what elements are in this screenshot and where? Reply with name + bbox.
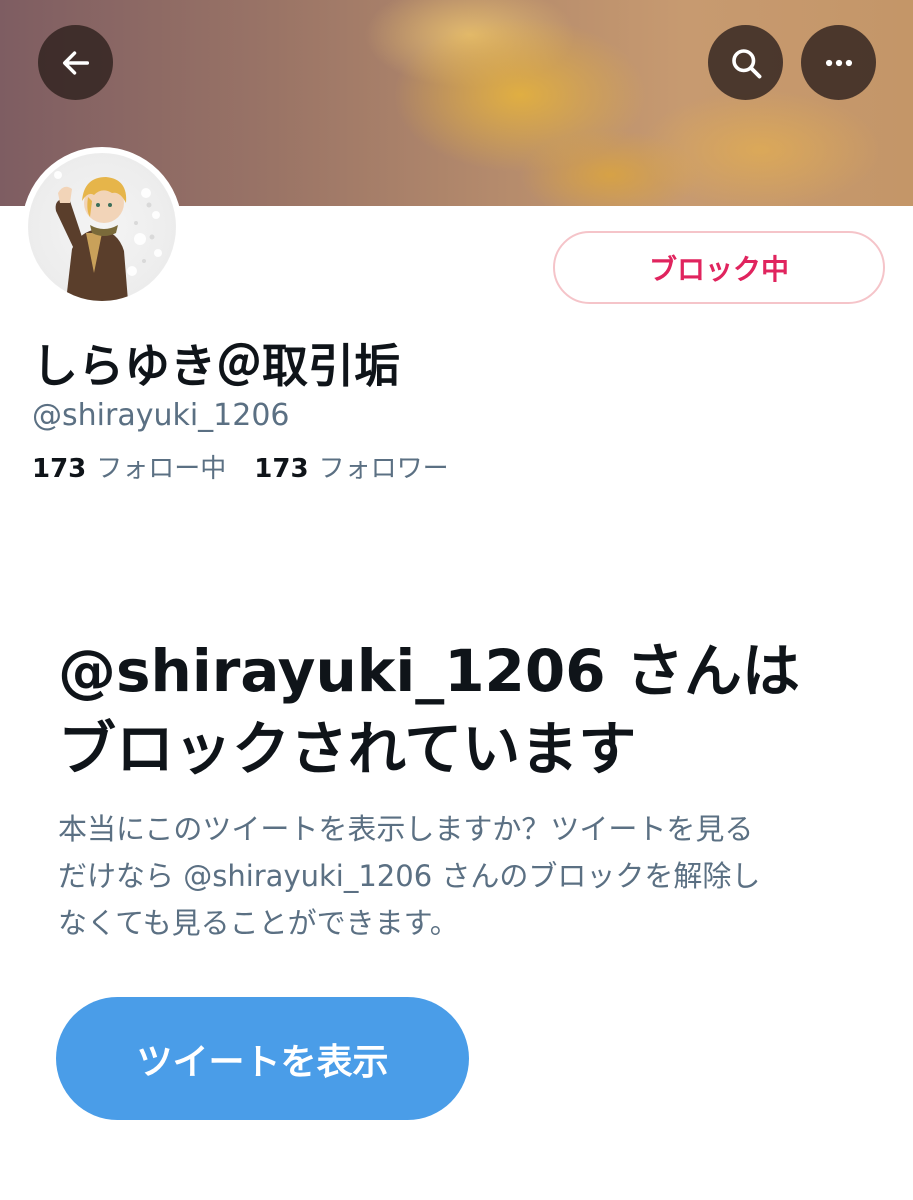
search-icon	[731, 48, 761, 78]
followers-stat[interactable]: 173 フォロワー	[254, 448, 448, 485]
more-button[interactable]	[801, 25, 876, 100]
view-tweets-button-label: ツイートを表示	[136, 1041, 389, 1083]
more-horizontal-icon	[825, 59, 852, 66]
following-count: 173	[32, 454, 87, 484]
following-stat[interactable]: 173 フォロー中	[32, 448, 226, 485]
blocked-title-line-2: ブロックされています	[58, 715, 637, 783]
blocked-desc-line-1: 本当にこのツイートを表示しますか？ツイートを見る	[58, 812, 754, 846]
profile-stats: 173 フォロー中 173 フォロワー	[32, 448, 449, 485]
view-tweets-button[interactable]: ツイートを表示	[56, 997, 469, 1120]
blocking-button[interactable]: ブロック中	[553, 231, 885, 304]
arrow-left-icon	[62, 50, 89, 75]
avatar-image	[28, 153, 176, 301]
profile-handle: @shirayuki_1206	[32, 398, 290, 433]
blocking-button-label: ブロック中	[648, 252, 789, 286]
blocked-title-line-1: @shirayuki_1206 さんは	[58, 637, 800, 705]
followers-label: フォロワー	[318, 454, 449, 484]
blocked-notice-title: @shirayuki_1206 さんは ブロックされています	[58, 632, 858, 788]
blocked-desc-line-2: だけなら @shirayuki_1206 さんのブロックを解除し	[58, 859, 761, 893]
following-label: フォロー中	[96, 454, 227, 484]
back-button[interactable]	[38, 25, 113, 100]
profile-display-name: しらゆき＠取引垢	[32, 339, 400, 393]
search-button[interactable]	[708, 25, 783, 100]
avatar[interactable]	[22, 147, 182, 307]
blocked-desc-line-3: なくても見ることができます。	[58, 906, 459, 940]
blocked-notice-description: 本当にこのツイートを表示しますか？ツイートを見る だけなら @shirayuki…	[58, 806, 858, 947]
followers-count: 173	[254, 454, 309, 484]
